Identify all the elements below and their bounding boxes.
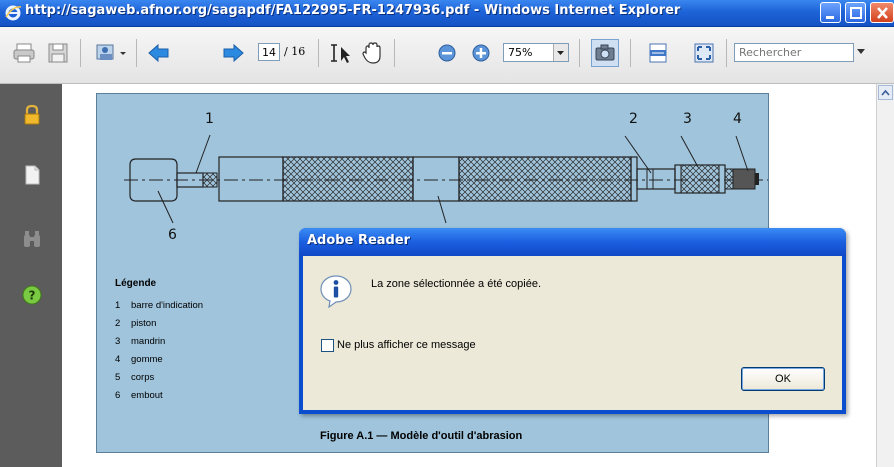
legend-number: 1	[115, 300, 121, 311]
dialog-title-bar[interactable]: Adobe Reader	[299, 228, 846, 256]
toolbar-separator	[394, 39, 395, 67]
chevron-down-icon[interactable]	[553, 44, 568, 61]
lock-icon[interactable]	[22, 104, 42, 126]
legend-number: 2	[115, 318, 121, 329]
legend-label: gomme	[131, 354, 163, 365]
close-icon	[877, 7, 888, 19]
scroll-up-button[interactable]	[878, 85, 893, 100]
callout-label: 6	[168, 227, 177, 243]
dialog-message: La zone sélectionnée a été copiée.	[371, 278, 542, 290]
share-icon[interactable]	[94, 41, 128, 65]
search-options-chevron-icon[interactable]	[857, 49, 865, 54]
vertical-scrollbar[interactable]	[876, 84, 894, 467]
figure-caption: Figure A.1 — Modèle d'outil d'abrasion	[320, 430, 523, 442]
legend-item: 5 corps	[115, 372, 154, 383]
adobe-reader-dialog[interactable]: Adobe Reader La zone sélectionnée a été …	[299, 228, 846, 414]
maximize-icon	[850, 7, 862, 19]
zoom-value: 75%	[508, 46, 533, 59]
toolbar-separator	[630, 39, 631, 67]
minimize-icon	[826, 16, 834, 19]
page-total: / 16	[284, 45, 306, 58]
legend-label: corps	[131, 372, 155, 383]
legend-number: 5	[115, 372, 121, 383]
search-input[interactable]	[735, 44, 855, 61]
next-page-icon[interactable]	[220, 41, 246, 65]
toolbar-separator	[136, 39, 137, 67]
callout-label: 4	[733, 111, 742, 127]
full-screen-icon[interactable]	[692, 41, 716, 65]
print-icon[interactable]	[12, 41, 36, 65]
pages-icon[interactable]	[22, 164, 42, 186]
search-field[interactable]	[734, 43, 855, 62]
callout-label: 3	[683, 111, 692, 127]
previous-page-icon[interactable]	[146, 41, 172, 65]
toolbar-separator	[80, 39, 81, 67]
legend-item: 6 embout	[115, 390, 163, 401]
chevron-up-icon	[881, 89, 890, 96]
zoom-level-select[interactable]: 75%	[503, 43, 569, 62]
toolbar-separator	[726, 39, 727, 67]
hand-tool-icon[interactable]	[360, 41, 384, 65]
window-title-bar[interactable]: http://sagaweb.afnor.org/sagapdf/FA12299…	[0, 0, 894, 27]
legend-item: 2 piston	[115, 318, 156, 329]
legend-item: 3 mandrin	[115, 336, 165, 347]
internet-explorer-icon	[5, 5, 22, 21]
save-icon[interactable]	[46, 41, 70, 65]
legend-number: 3	[115, 336, 121, 347]
help-icon[interactable]: ?	[22, 284, 42, 306]
toolbar-separator	[579, 39, 580, 67]
legend-label: barre d'indication	[131, 300, 204, 311]
callout-label: 2	[629, 111, 638, 127]
callout-label: 1	[205, 111, 214, 127]
legend-label: embout	[131, 390, 163, 401]
reader-toolbar: 14 / 16 75%	[0, 27, 894, 84]
navigation-pane: ?	[0, 84, 62, 467]
legend-label: mandrin	[131, 336, 166, 347]
camera-icon	[595, 44, 615, 61]
dialog-title: Adobe Reader	[307, 233, 411, 248]
legend-item: 1 barre d'indication	[115, 300, 203, 311]
legend-label: piston	[131, 318, 157, 329]
svg-text:?: ?	[29, 289, 36, 303]
fit-width-icon[interactable]	[646, 41, 670, 65]
maximize-button[interactable]	[845, 2, 866, 23]
info-icon	[320, 275, 352, 308]
checkbox-label[interactable]: Ne plus afficher ce message	[337, 339, 476, 351]
window-title: http://sagaweb.afnor.org/sagapdf/FA12299…	[25, 3, 681, 18]
snapshot-tool-button[interactable]	[591, 39, 619, 67]
dialog-body: La zone sélectionnée a été copiée. Ne pl…	[303, 256, 842, 410]
ok-button[interactable]: OK	[741, 367, 825, 391]
close-button[interactable]	[870, 2, 894, 23]
minimize-button[interactable]	[820, 2, 841, 23]
zoom-out-icon[interactable]	[436, 41, 458, 65]
binoculars-icon[interactable]	[22, 228, 42, 250]
legend-item: 4 gomme	[115, 354, 163, 365]
legend-title: Légende	[115, 278, 157, 289]
zoom-in-icon[interactable]	[470, 41, 492, 65]
legend-number: 6	[115, 390, 121, 401]
legend-number: 4	[115, 354, 121, 365]
toolbar-separator	[318, 39, 319, 67]
dont-show-again-checkbox[interactable]	[321, 339, 334, 352]
page-number-input[interactable]: 14	[258, 43, 280, 61]
select-text-icon[interactable]	[328, 41, 352, 65]
